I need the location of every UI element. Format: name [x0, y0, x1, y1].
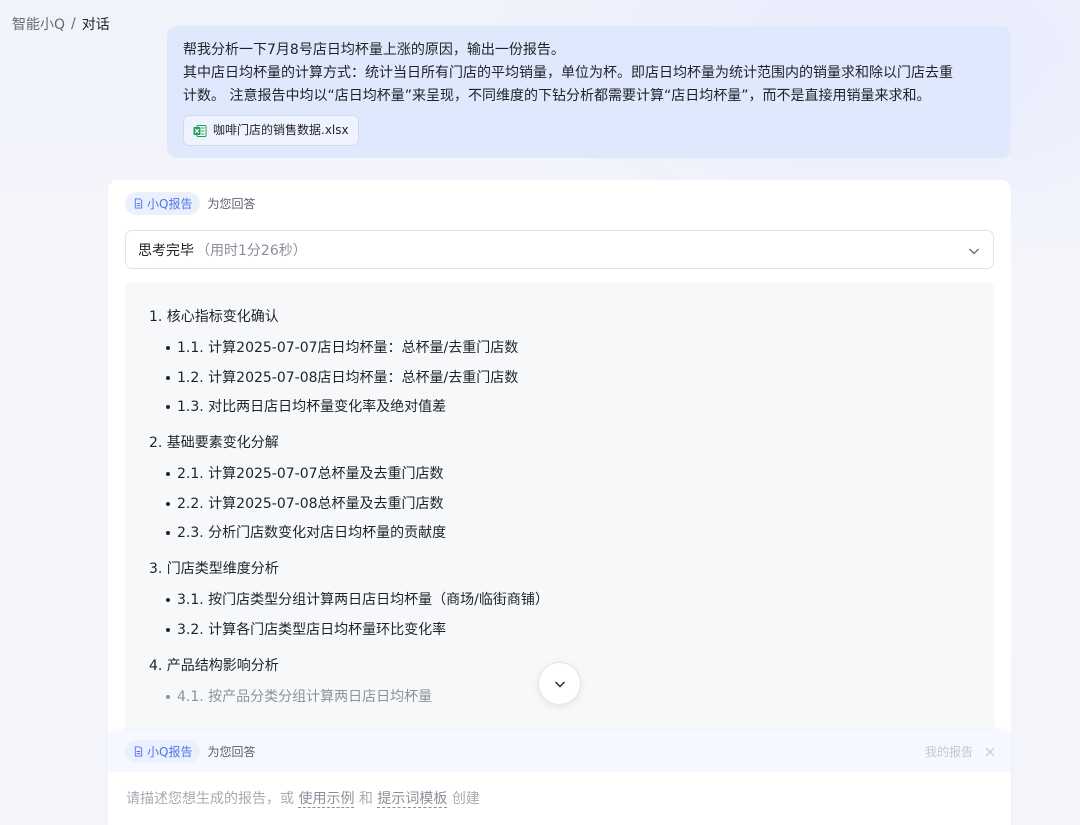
report-doc-icon	[134, 198, 143, 209]
user-message-line: 计数。 注意报告中均以“店日均杯量”来呈现，不同维度的下钻分析都需要计算“店日均…	[183, 88, 931, 104]
prompt-template-link[interactable]: 提示词模板	[377, 791, 448, 808]
source-tag-label: 小Q报告	[147, 197, 193, 211]
plan-section: 1. 核心指标变化确认 1.1. 计算2025-07-07店日均杯量：总杯量/去…	[149, 306, 994, 418]
close-icon[interactable]	[985, 747, 995, 757]
plan-item-list: 1.1. 计算2025-07-07店日均杯量：总杯量/去重门店数 1.2. 计算…	[149, 337, 994, 418]
plan-item: 2.2. 计算2025-07-08总杯量及去重门店数	[149, 493, 994, 515]
source-tag[interactable]: 小Q报告	[125, 739, 201, 763]
placeholder-connector: 和	[358, 791, 373, 807]
plan-item-list: 3.1. 按门店类型分组计算两日店日均杯量（商场/临街商铺） 3.2. 计算各门…	[149, 589, 994, 641]
chevron-down-icon	[969, 248, 979, 255]
my-reports-link[interactable]: 我的报告	[925, 743, 973, 760]
plan-item: 2.3. 分析门店数变化对店日均杯量的贡献度	[149, 522, 994, 544]
breadcrumb-separator: /	[71, 16, 76, 32]
plan-section-title: 3. 门店类型维度分析	[149, 561, 279, 577]
chevron-down-icon	[554, 681, 565, 687]
scroll-to-bottom-button[interactable]	[538, 662, 581, 705]
user-message-line: 其中店日均杯量的计算方式：统计当日所有门店的平均销量，单位为杯。即店日均杯量为统…	[183, 65, 953, 81]
plan-section: 2. 基础要素变化分解 2.1. 计算2025-07-07总杯量及去重门店数 2…	[149, 432, 994, 544]
thinking-time: （用时1分26秒）	[196, 242, 307, 259]
breadcrumb-current: 对话	[81, 17, 110, 33]
answer-card: 小Q报告 为您回答 思考完毕 （用时1分26秒） 1. 核心指标变化确认 1.1…	[108, 180, 1011, 740]
source-tag-label: 小Q报告	[147, 744, 193, 759]
plan-item: 3.1. 按门店类型分组计算两日店日均杯量（商场/临街商铺）	[149, 589, 994, 611]
source-text: 为您回答	[207, 744, 256, 759]
plan-section-title: 1. 核心指标变化确认	[149, 309, 279, 325]
composer-header: 小Q报告 为您回答 我的报告	[108, 730, 1011, 772]
use-example-link[interactable]: 使用示例	[298, 791, 355, 808]
user-message-bubble: 帮我分析一下7月8号店日均杯量上涨的原因，输出一份报告。 其中店日均杯量的计算方…	[167, 26, 1011, 158]
plan-item: 2.1. 计算2025-07-07总杯量及去重门店数	[149, 463, 994, 485]
plan-item: 1.2. 计算2025-07-08店日均杯量：总杯量/去重门店数	[149, 367, 994, 389]
report-doc-icon	[134, 745, 143, 757]
xlsx-file-icon	[193, 124, 207, 137]
breadcrumb: 智能小Q / 对话	[12, 14, 110, 34]
report-prompt-input[interactable]: 请描述您想生成的报告，或 使用示例 和 提示词模板 创建	[108, 772, 1011, 824]
source-tag: 小Q报告	[125, 192, 201, 215]
thinking-title: 思考完毕	[138, 242, 194, 259]
plan-item-list: 2.1. 计算2025-07-07总杯量及去重门店数 2.2. 计算2025-0…	[149, 463, 994, 544]
composer-header-actions: 我的报告	[925, 743, 995, 760]
user-message-line: 帮我分析一下7月8号店日均杯量上涨的原因，输出一份报告。	[183, 42, 565, 58]
thinking-toggle[interactable]: 思考完毕 （用时1分26秒）	[125, 230, 994, 269]
answer-source-row: 小Q报告 为您回答	[125, 192, 255, 215]
plan-item: 1.3. 对比两日店日均杯量变化率及绝对值差	[149, 396, 994, 418]
attachment-name: 咖啡门店的销售数据.xlsx	[213, 123, 349, 137]
attachment-chip[interactable]: 咖啡门店的销售数据.xlsx	[183, 115, 359, 146]
source-text: 为您回答	[207, 197, 256, 211]
placeholder-suffix: 创建	[451, 791, 480, 807]
report-composer: 小Q报告 为您回答 我的报告 请描述您想生成的报告，或 使用示例 和 提示词模板…	[108, 730, 1011, 825]
plan-item: 3.2. 计算各门店类型店日均杯量环比变化率	[149, 619, 994, 641]
plan-section: 3. 门店类型维度分析 3.1. 按门店类型分组计算两日店日均杯量（商场/临街商…	[149, 558, 994, 641]
plan-section-title: 2. 基础要素变化分解	[149, 435, 279, 451]
plan-item: 1.1. 计算2025-07-07店日均杯量：总杯量/去重门店数	[149, 337, 994, 359]
breadcrumb-root[interactable]: 智能小Q	[12, 14, 65, 34]
placeholder-prefix: 请描述您想生成的报告，或	[126, 791, 294, 807]
